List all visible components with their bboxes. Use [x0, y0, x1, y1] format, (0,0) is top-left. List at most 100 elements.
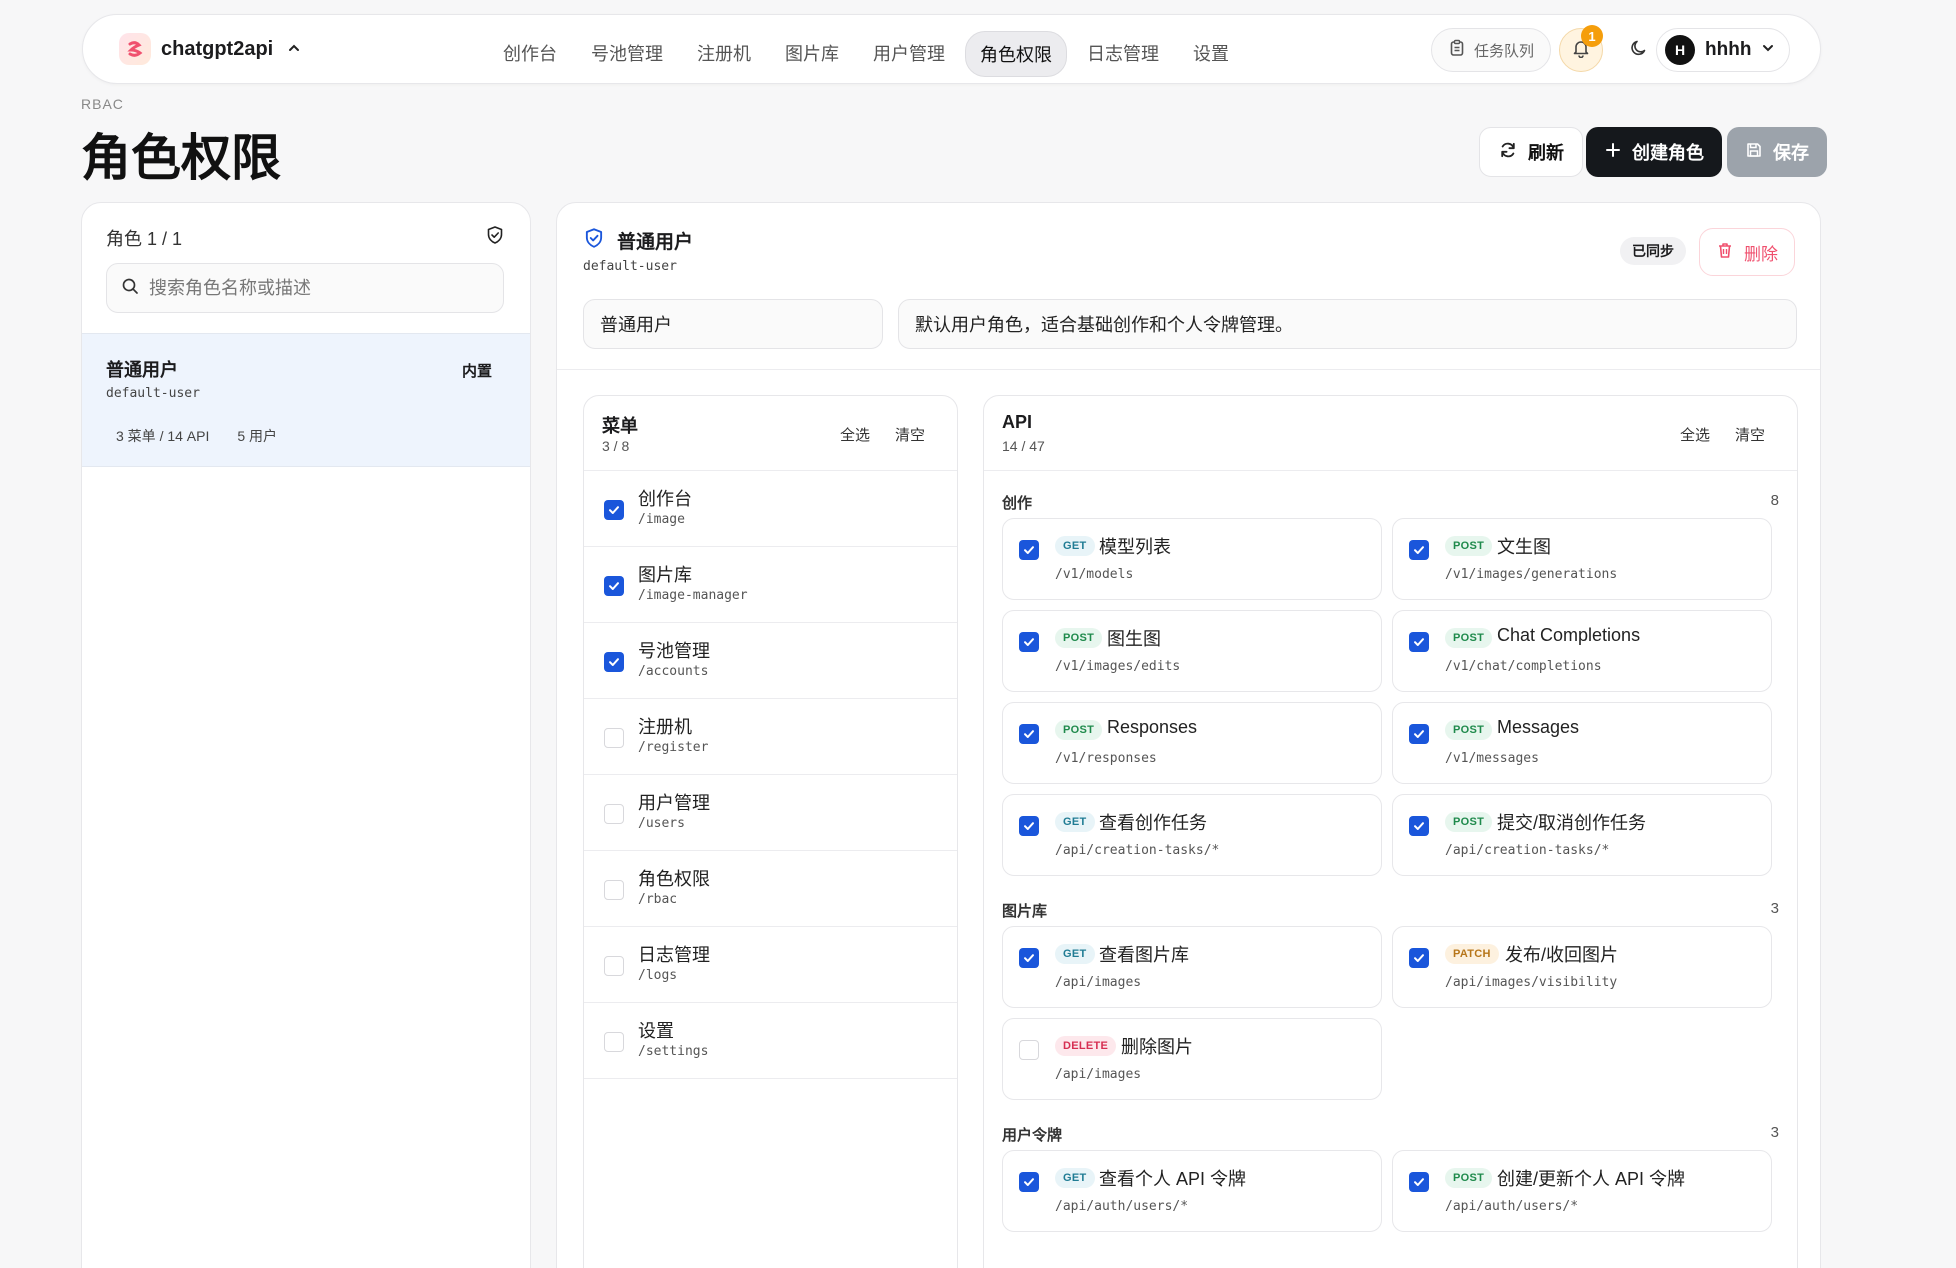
api-checkbox[interactable]: [1019, 724, 1039, 744]
api-label: 模型列表: [1099, 537, 1171, 557]
menu-checkbox[interactable]: [604, 1032, 624, 1052]
api-permission-item[interactable]: POST Chat Completions/v1/chat/completions: [1392, 610, 1772, 692]
menu-checkbox[interactable]: [604, 956, 624, 976]
top-navbar: chatgpt2api 创作台 号池管理 注册机 图片库 用户管理 角色权限 日…: [82, 14, 1821, 84]
api-checkbox[interactable]: [1019, 1040, 1039, 1060]
nav-link-users[interactable]: 用户管理: [859, 31, 959, 77]
menu-permission-row[interactable]: 图片库/image-manager: [584, 547, 957, 623]
role-description-field[interactable]: [898, 299, 1797, 349]
api-checkbox[interactable]: [1409, 948, 1429, 968]
api-label: 创建/更新个人 API 令牌: [1497, 1169, 1686, 1189]
page-eyebrow: RBAC: [81, 96, 124, 112]
role-key: default-user: [106, 386, 200, 401]
api-permission-item[interactable]: GET 查看创作任务/api/creation-tasks/*: [1002, 794, 1382, 876]
divider: [984, 470, 1797, 471]
api-path: /v1/chat/completions: [1445, 659, 1602, 674]
api-checkbox[interactable]: [1409, 724, 1429, 744]
role-user-count: 5 用户: [237, 428, 278, 444]
role-search-input[interactable]: [149, 277, 489, 299]
api-permission-item[interactable]: POST Responses/v1/responses: [1002, 702, 1382, 784]
api-permission-item[interactable]: POST 提交/取消创作任务/api/creation-tasks/*: [1392, 794, 1772, 876]
api-path: /v1/images/generations: [1445, 567, 1618, 582]
menu-select-all-button[interactable]: 全选: [840, 424, 870, 445]
api-permission-item[interactable]: GET 查看个人 API 令牌/api/auth/users/*: [1002, 1150, 1382, 1232]
menu-path: /accounts: [638, 664, 709, 679]
api-permission-item[interactable]: POST Messages/v1/messages: [1392, 702, 1772, 784]
menu-checkbox[interactable]: [604, 500, 624, 520]
plus-icon: [1604, 141, 1622, 164]
api-label: 查看图片库: [1099, 945, 1189, 965]
api-checkbox[interactable]: [1019, 632, 1039, 652]
nav-link-gallery[interactable]: 图片库: [771, 31, 853, 77]
menu-checkbox[interactable]: [604, 652, 624, 672]
api-checkbox[interactable]: [1409, 1172, 1429, 1192]
save-button[interactable]: 保存: [1727, 127, 1827, 177]
menu-permission-row[interactable]: 注册机/register: [584, 699, 957, 775]
api-label: 提交/取消创作任务: [1497, 813, 1647, 833]
api-permission-item[interactable]: GET 模型列表/v1/models: [1002, 518, 1382, 600]
api-checkbox[interactable]: [1409, 632, 1429, 652]
menu-permission-row[interactable]: 号池管理/accounts: [584, 623, 957, 699]
theme-toggle-button[interactable]: [1617, 28, 1661, 72]
refresh-label: 刷新: [1528, 143, 1564, 163]
menu-path: /settings: [638, 1044, 709, 1059]
role-detail-key: default-user: [583, 259, 677, 274]
api-group-title: 图片库: [1002, 903, 1048, 920]
api-clear-button[interactable]: 清空: [1735, 424, 1765, 445]
menu-permission-row[interactable]: 用户管理/users: [584, 775, 957, 851]
nav-link-create[interactable]: 创作台: [489, 31, 571, 77]
menu-card-count: 3 / 8: [602, 438, 630, 454]
menu-permission-row[interactable]: 创作台/image: [584, 471, 957, 547]
moon-icon: [1629, 38, 1649, 63]
menu-clear-button[interactable]: 清空: [895, 424, 925, 445]
api-permission-item[interactable]: POST 图生图/v1/images/edits: [1002, 610, 1382, 692]
api-checkbox[interactable]: [1409, 816, 1429, 836]
menu-permission-row[interactable]: 角色权限/rbac: [584, 851, 957, 927]
api-select-all-button[interactable]: 全选: [1680, 424, 1710, 445]
refresh-button[interactable]: 刷新: [1479, 127, 1583, 177]
api-label: 图生图: [1107, 629, 1161, 649]
delete-role-button[interactable]: 删除: [1699, 228, 1795, 276]
api-checkbox[interactable]: [1019, 1172, 1039, 1192]
builtin-badge: 内置: [462, 363, 493, 380]
menu-label: 注册机: [638, 717, 692, 737]
api-permission-item[interactable]: PATCH 发布/收回图片/api/images/visibility: [1392, 926, 1772, 1008]
api-permission-item[interactable]: POST 创建/更新个人 API 令牌/api/auth/users/*: [1392, 1150, 1772, 1232]
role-list-item[interactable]: 普通用户 内置 default-user 3 菜单 / 14 API 5 用户: [82, 333, 530, 467]
api-label: Responses: [1107, 717, 1198, 737]
search-icon: [121, 277, 139, 300]
nav-link-logs[interactable]: 日志管理: [1073, 31, 1173, 77]
menu-checkbox[interactable]: [604, 804, 624, 824]
nav-link-register[interactable]: 注册机: [683, 31, 765, 77]
nav-link-settings[interactable]: 设置: [1179, 31, 1243, 77]
menu-checkbox[interactable]: [604, 880, 624, 900]
roles-panel: 角色 1 / 1 普通用户 内置 default-user 3 菜单 / 14 …: [81, 202, 531, 1268]
api-permission-item[interactable]: DELETE 删除图片/api/images: [1002, 1018, 1382, 1100]
task-queue-button[interactable]: 任务队列: [1431, 28, 1552, 72]
api-checkbox[interactable]: [1019, 948, 1039, 968]
menu-label: 设置: [638, 1021, 674, 1041]
create-role-button[interactable]: 创建角色: [1586, 127, 1722, 177]
api-permission-item[interactable]: GET 查看图片库/api/images: [1002, 926, 1382, 1008]
menu-checkbox[interactable]: [604, 728, 624, 748]
menu-checkbox[interactable]: [604, 576, 624, 596]
role-name-field[interactable]: [583, 299, 883, 349]
api-checkbox[interactable]: [1019, 540, 1039, 560]
menu-permission-row[interactable]: 日志管理/logs: [584, 927, 957, 1003]
nav-link-rbac[interactable]: 角色权限: [965, 31, 1067, 77]
brand-name: chatgpt2api: [161, 37, 274, 60]
http-method-badge: GET: [1055, 1168, 1095, 1188]
menu-permission-row[interactable]: 设置/settings: [584, 1003, 957, 1079]
api-path: /v1/images/edits: [1055, 659, 1181, 674]
http-method-badge: POST: [1445, 720, 1493, 740]
api-group-count: 3: [1770, 900, 1779, 917]
api-checkbox[interactable]: [1019, 816, 1039, 836]
http-method-badge: POST: [1445, 812, 1493, 832]
user-menu-button[interactable]: H hhhh: [1656, 28, 1791, 72]
api-permission-item[interactable]: POST 文生图/v1/images/generations: [1392, 518, 1772, 600]
menu-path: /users: [638, 816, 685, 831]
nav-link-accounts[interactable]: 号池管理: [577, 31, 677, 77]
brand-switcher[interactable]: chatgpt2api: [119, 33, 301, 65]
api-label: Messages: [1497, 717, 1580, 737]
api-checkbox[interactable]: [1409, 540, 1429, 560]
